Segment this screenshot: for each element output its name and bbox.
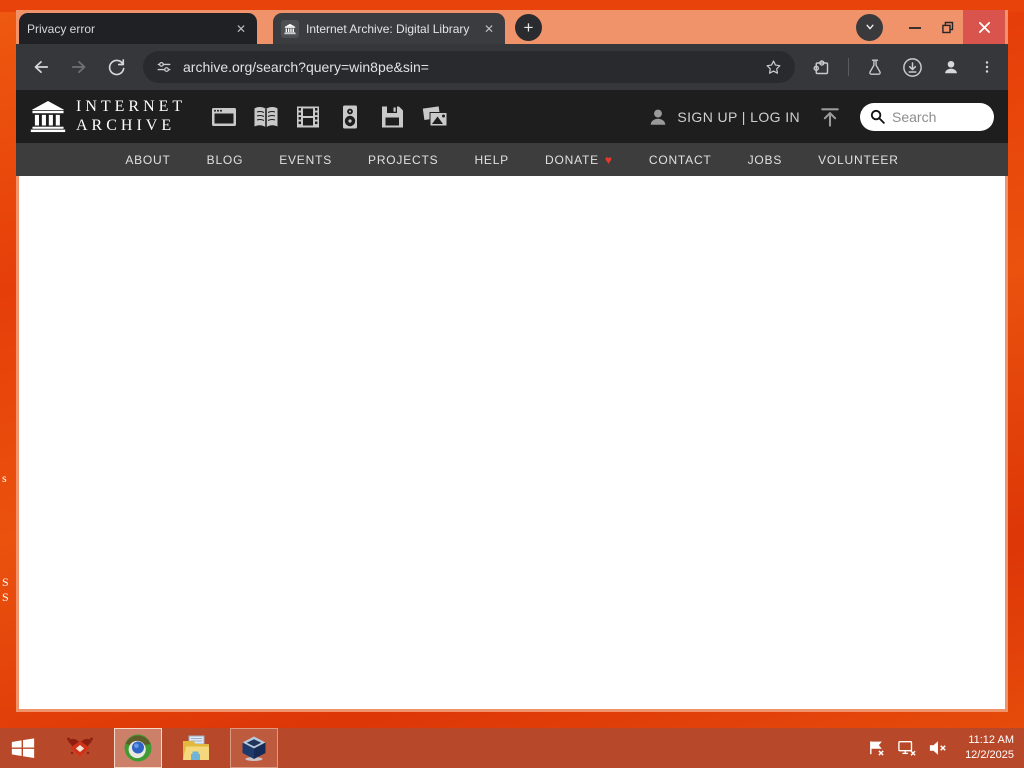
labs-button[interactable] xyxy=(865,57,885,77)
address-bar[interactable]: archive.org/search?query=win8pe&sin= xyxy=(143,51,795,83)
nav-donate-label: DONATE xyxy=(545,152,599,167)
kebab-menu-icon xyxy=(985,61,989,73)
tab-close-icon[interactable]: ✕ xyxy=(482,23,496,35)
nav-jobs[interactable]: JOBS xyxy=(748,153,783,167)
nav-about[interactable]: ABOUT xyxy=(125,153,170,167)
upload-icon xyxy=(821,107,839,127)
heart-icon: ♥ xyxy=(604,152,613,167)
extensions-button[interactable] xyxy=(811,57,832,78)
profile-avatar-icon xyxy=(945,60,957,74)
internet-archive-favicon xyxy=(281,19,299,38)
reload-button[interactable] xyxy=(106,57,127,78)
media-type-bar xyxy=(210,103,450,131)
reload-icon xyxy=(108,58,125,75)
tab-internet-archive[interactable]: Internet Archive: Digital Library ✕ xyxy=(273,13,505,44)
internet-archive-header: INTERNET ARCHIVE SIGN UP | LOG IN Search xyxy=(16,90,1008,143)
downloads-button[interactable] xyxy=(901,56,924,79)
taskbar-app-chrome[interactable] xyxy=(114,728,162,768)
virtualbox-icon xyxy=(242,736,266,761)
tab-close-icon[interactable]: ✕ xyxy=(234,23,248,35)
red-app-icon xyxy=(67,737,93,757)
nav-projects[interactable]: PROJECTS xyxy=(368,153,438,167)
close-window-button[interactable] xyxy=(963,10,1005,44)
desktop-icon-label-fragment: S xyxy=(2,575,9,589)
tab-search-button[interactable] xyxy=(856,13,883,41)
close-icon xyxy=(978,21,990,33)
file-explorer-icon xyxy=(183,735,209,760)
wordmark-line1: INTERNET xyxy=(76,98,187,116)
flask-icon xyxy=(869,59,881,75)
images-icon[interactable] xyxy=(420,103,450,131)
back-icon xyxy=(34,61,49,73)
nav-donate[interactable]: DONATE ♥ xyxy=(545,153,613,167)
taskbar-app-file-explorer[interactable] xyxy=(172,728,220,768)
tab-privacy-error[interactable]: Privacy error ✕ xyxy=(19,13,257,44)
extensions-puzzle-icon xyxy=(813,59,829,74)
menu-button[interactable] xyxy=(978,58,996,76)
url-text[interactable]: archive.org/search?query=win8pe&sin= xyxy=(183,59,754,75)
download-icon xyxy=(903,57,922,77)
nav-blog[interactable]: BLOG xyxy=(207,153,244,167)
browser-window: Privacy error ✕ Internet Archive: Digita… xyxy=(16,10,1008,712)
tab-title: Internet Archive: Digital Library xyxy=(306,21,470,36)
clock-date: 12/2/2025 xyxy=(965,749,1014,761)
upload-button[interactable] xyxy=(818,105,842,129)
toolbar-divider xyxy=(848,58,849,76)
search-icon xyxy=(870,109,885,124)
internet-archive-nav: ABOUT BLOG EVENTS PROJECTS HELP DONATE ♥ … xyxy=(16,143,1008,176)
chrome-browser-icon xyxy=(124,734,152,762)
restore-button[interactable] xyxy=(931,10,963,44)
desktop-icon-label-fragment: S xyxy=(2,590,9,604)
new-tab-button[interactable]: + xyxy=(515,14,542,41)
video-icon[interactable] xyxy=(294,103,322,131)
forward-button[interactable] xyxy=(68,56,90,78)
chevron-down-icon xyxy=(865,24,874,30)
search-input[interactable] xyxy=(892,108,980,125)
clock-time: 11:12 AM xyxy=(968,734,1014,747)
nav-events[interactable]: EVENTS xyxy=(279,153,332,167)
system-tray: 11:12 AM 12/2/2025 xyxy=(867,733,1024,763)
browser-toolbar: archive.org/search?query=win8pe&sin= xyxy=(16,44,1008,90)
internet-archive-wordmark[interactable]: INTERNET ARCHIVE xyxy=(76,98,186,135)
windows-logo-icon xyxy=(11,738,35,759)
action-center-flag-icon[interactable] xyxy=(867,739,886,758)
page-content xyxy=(19,176,1005,709)
network-status-icon[interactable] xyxy=(897,739,917,757)
nav-help[interactable]: HELP xyxy=(474,153,509,167)
person-icon xyxy=(646,105,670,129)
wordmark-line2: ARCHIVE xyxy=(76,116,176,134)
back-button[interactable] xyxy=(30,56,52,78)
taskbar-app-virtualbox[interactable] xyxy=(230,728,278,768)
tab-title: Privacy error xyxy=(27,21,96,36)
windows-taskbar: 11:12 AM 12/2/2025 xyxy=(0,728,1024,768)
audio-icon[interactable] xyxy=(336,103,364,131)
forward-icon xyxy=(71,61,86,73)
desktop-icon-label-fragment: s xyxy=(2,471,7,485)
web-icon[interactable] xyxy=(210,103,238,131)
nav-contact[interactable]: CONTACT xyxy=(649,153,712,167)
site-settings-icon xyxy=(157,61,171,73)
internet-archive-logo[interactable] xyxy=(30,100,66,133)
taskbar-clock[interactable]: 11:12 AM 12/2/2025 xyxy=(965,733,1014,763)
bookmark-star-icon[interactable] xyxy=(764,58,783,77)
browser-titlebar: Privacy error ✕ Internet Archive: Digita… xyxy=(16,10,1008,44)
taskbar-app-red[interactable] xyxy=(56,728,104,768)
software-icon[interactable] xyxy=(378,103,406,131)
volume-muted-icon[interactable] xyxy=(928,739,948,757)
signup-login-link[interactable]: SIGN UP | LOG IN xyxy=(677,109,800,125)
start-button[interactable] xyxy=(0,728,46,768)
nav-volunteer[interactable]: VOLUNTEER xyxy=(818,153,899,167)
header-search-box[interactable] xyxy=(860,102,994,131)
minimize-button[interactable] xyxy=(899,10,931,44)
restore-icon xyxy=(941,21,953,33)
profile-button[interactable] xyxy=(940,56,962,78)
texts-icon[interactable] xyxy=(252,103,280,131)
